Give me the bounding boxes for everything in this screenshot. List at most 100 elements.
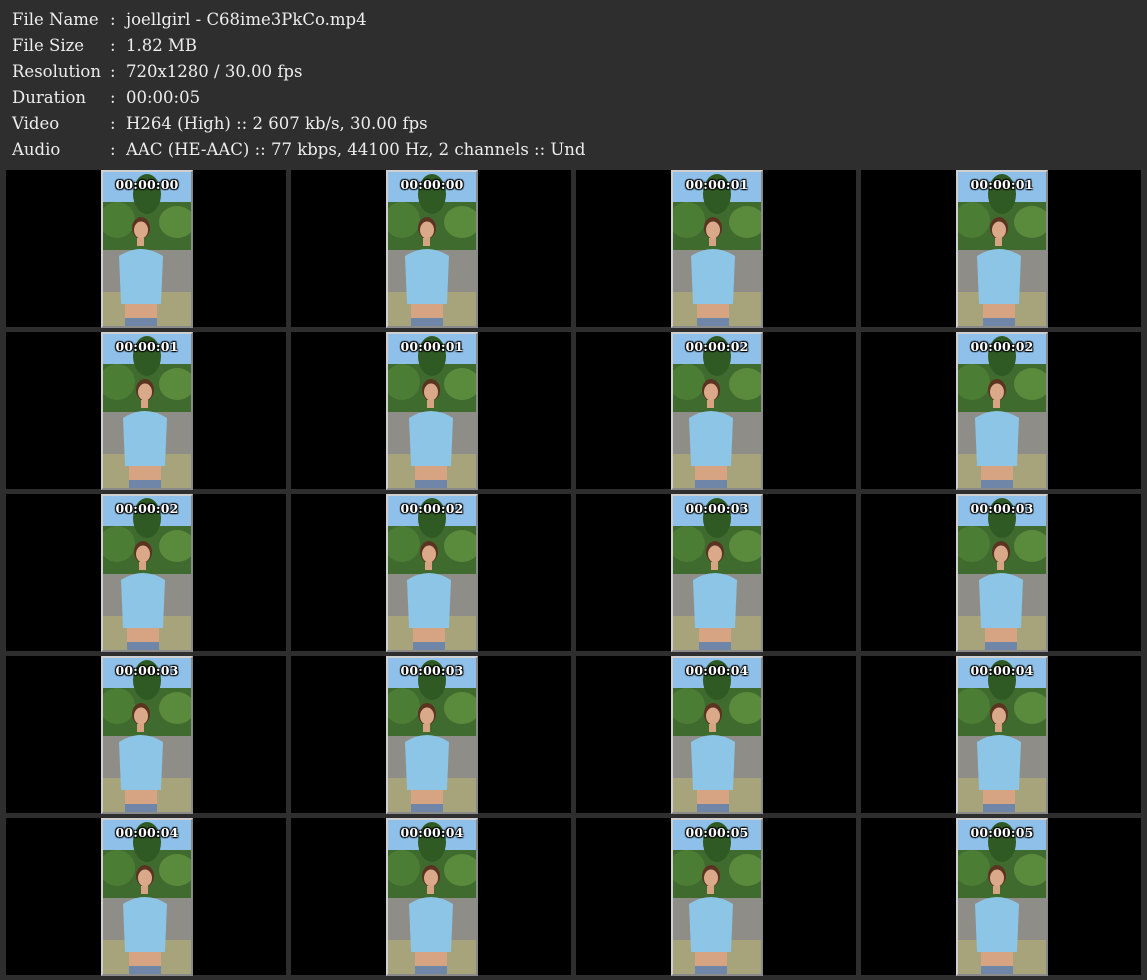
frame-scene-image — [388, 496, 476, 650]
info-separator: : — [110, 10, 116, 29]
timestamp-label: 00:00:04 — [685, 663, 749, 678]
timestamp-label: 00:00:00 — [400, 177, 464, 192]
timestamp-label: 00:00:05 — [970, 825, 1034, 840]
info-label: File Size — [12, 36, 85, 55]
timestamp-label: 00:00:02 — [400, 501, 464, 516]
thumbnail-cell: 00:00:00 — [291, 170, 571, 328]
contact-sheet: File Name : joellgirl - C68ime3PkCo.mp4 … — [0, 0, 1147, 980]
thumbnail-cell: 00:00:01 — [291, 332, 571, 490]
frame-scene-image — [958, 820, 1046, 974]
frame-scene-image — [673, 172, 761, 326]
thumbnail-cell: 00:00:02 — [576, 332, 856, 490]
info-row-audio: Audio : AAC (HE-AAC) :: 77 kbps, 44100 H… — [12, 137, 586, 163]
frame-scene-image — [103, 658, 191, 812]
info-separator: : — [110, 62, 116, 81]
timestamp-label: 00:00:01 — [970, 177, 1034, 192]
video-frame-thumbnail: 00:00:04 — [386, 818, 478, 976]
frame-scene-image — [958, 658, 1046, 812]
thumbnail-cell: 00:00:02 — [861, 332, 1141, 490]
thumbnail-cell: 00:00:03 — [576, 494, 856, 652]
thumbnail-cell: 00:00:05 — [861, 818, 1141, 976]
frame-scene-image — [673, 334, 761, 488]
info-label: File Name — [12, 10, 99, 29]
media-info-panel: File Name : joellgirl - C68ime3PkCo.mp4 … — [12, 7, 586, 163]
timestamp-label: 00:00:01 — [685, 177, 749, 192]
info-row-file-size: File Size : 1.82 MB — [12, 33, 586, 59]
timestamp-label: 00:00:03 — [400, 663, 464, 678]
video-frame-thumbnail: 00:00:04 — [671, 656, 763, 814]
timestamp-label: 00:00:02 — [115, 501, 179, 516]
timestamp-label: 00:00:03 — [685, 501, 749, 516]
thumbnail-cell: 00:00:01 — [6, 332, 286, 490]
frame-scene-image — [103, 496, 191, 650]
timestamp-label: 00:00:03 — [970, 501, 1034, 516]
frame-scene-image — [388, 658, 476, 812]
info-separator: : — [110, 88, 116, 107]
thumbnail-cell: 00:00:03 — [291, 656, 571, 814]
video-frame-thumbnail: 00:00:03 — [671, 494, 763, 652]
thumbnail-cell: 00:00:00 — [6, 170, 286, 328]
timestamp-label: 00:00:01 — [400, 339, 464, 354]
thumbnail-cell: 00:00:04 — [861, 656, 1141, 814]
thumbnail-cell: 00:00:01 — [861, 170, 1141, 328]
thumbnail-cell: 00:00:03 — [6, 656, 286, 814]
info-separator: : — [110, 114, 116, 133]
video-frame-thumbnail: 00:00:04 — [101, 818, 193, 976]
video-frame-thumbnail: 00:00:01 — [956, 170, 1048, 328]
thumbnail-cell: 00:00:02 — [6, 494, 286, 652]
timestamp-label: 00:00:01 — [115, 339, 179, 354]
frame-scene-image — [388, 334, 476, 488]
frame-scene-image — [103, 334, 191, 488]
frame-scene-image — [103, 172, 191, 326]
info-label: Resolution — [12, 62, 101, 81]
timestamp-label: 00:00:05 — [685, 825, 749, 840]
info-value: 1.82 MB — [126, 36, 198, 55]
video-frame-thumbnail: 00:00:03 — [101, 656, 193, 814]
thumbnail-cell: 00:00:01 — [576, 170, 856, 328]
info-label: Audio — [12, 140, 61, 159]
info-row-duration: Duration : 00:00:05 — [12, 85, 586, 111]
thumbnail-cell: 00:00:04 — [6, 818, 286, 976]
timestamp-label: 00:00:03 — [115, 663, 179, 678]
video-frame-thumbnail: 00:00:03 — [956, 494, 1048, 652]
video-frame-thumbnail: 00:00:01 — [671, 170, 763, 328]
info-value: joellgirl - C68ime3PkCo.mp4 — [126, 10, 367, 29]
timestamp-label: 00:00:02 — [685, 339, 749, 354]
video-frame-thumbnail: 00:00:02 — [386, 494, 478, 652]
info-label: Duration — [12, 88, 87, 107]
video-frame-thumbnail: 00:00:00 — [101, 170, 193, 328]
info-separator: : — [110, 36, 116, 55]
timestamp-label: 00:00:04 — [970, 663, 1034, 678]
info-value: AAC (HE-AAC) :: 77 kbps, 44100 Hz, 2 cha… — [126, 140, 586, 159]
frame-scene-image — [958, 172, 1046, 326]
thumbnail-cell: 00:00:05 — [576, 818, 856, 976]
video-frame-thumbnail: 00:00:04 — [956, 656, 1048, 814]
video-frame-thumbnail: 00:00:02 — [671, 332, 763, 490]
video-frame-thumbnail: 00:00:01 — [386, 332, 478, 490]
thumbnail-cell: 00:00:03 — [861, 494, 1141, 652]
video-frame-thumbnail: 00:00:05 — [956, 818, 1048, 976]
thumbnail-cell: 00:00:02 — [291, 494, 571, 652]
timestamp-label: 00:00:04 — [400, 825, 464, 840]
info-value: H264 (High) :: 2 607 kb/s, 30.00 fps — [126, 114, 428, 133]
timestamp-label: 00:00:02 — [970, 339, 1034, 354]
info-label: Video — [12, 114, 60, 133]
frame-scene-image — [673, 658, 761, 812]
video-frame-thumbnail: 00:00:02 — [101, 494, 193, 652]
info-separator: : — [110, 140, 116, 159]
info-row-video: Video : H264 (High) :: 2 607 kb/s, 30.00… — [12, 111, 586, 137]
thumbnail-cell: 00:00:04 — [291, 818, 571, 976]
timestamp-label: 00:00:04 — [115, 825, 179, 840]
video-frame-thumbnail: 00:00:01 — [101, 332, 193, 490]
info-value: 00:00:05 — [126, 88, 201, 107]
frame-scene-image — [103, 820, 191, 974]
video-frame-thumbnail: 00:00:02 — [956, 332, 1048, 490]
frame-scene-image — [673, 820, 761, 974]
frame-scene-image — [673, 496, 761, 650]
frame-scene-image — [958, 334, 1046, 488]
timestamp-label: 00:00:00 — [115, 177, 179, 192]
frame-scene-image — [958, 496, 1046, 650]
info-row-file-name: File Name : joellgirl - C68ime3PkCo.mp4 — [12, 7, 586, 33]
video-frame-thumbnail: 00:00:03 — [386, 656, 478, 814]
frame-scene-image — [388, 172, 476, 326]
